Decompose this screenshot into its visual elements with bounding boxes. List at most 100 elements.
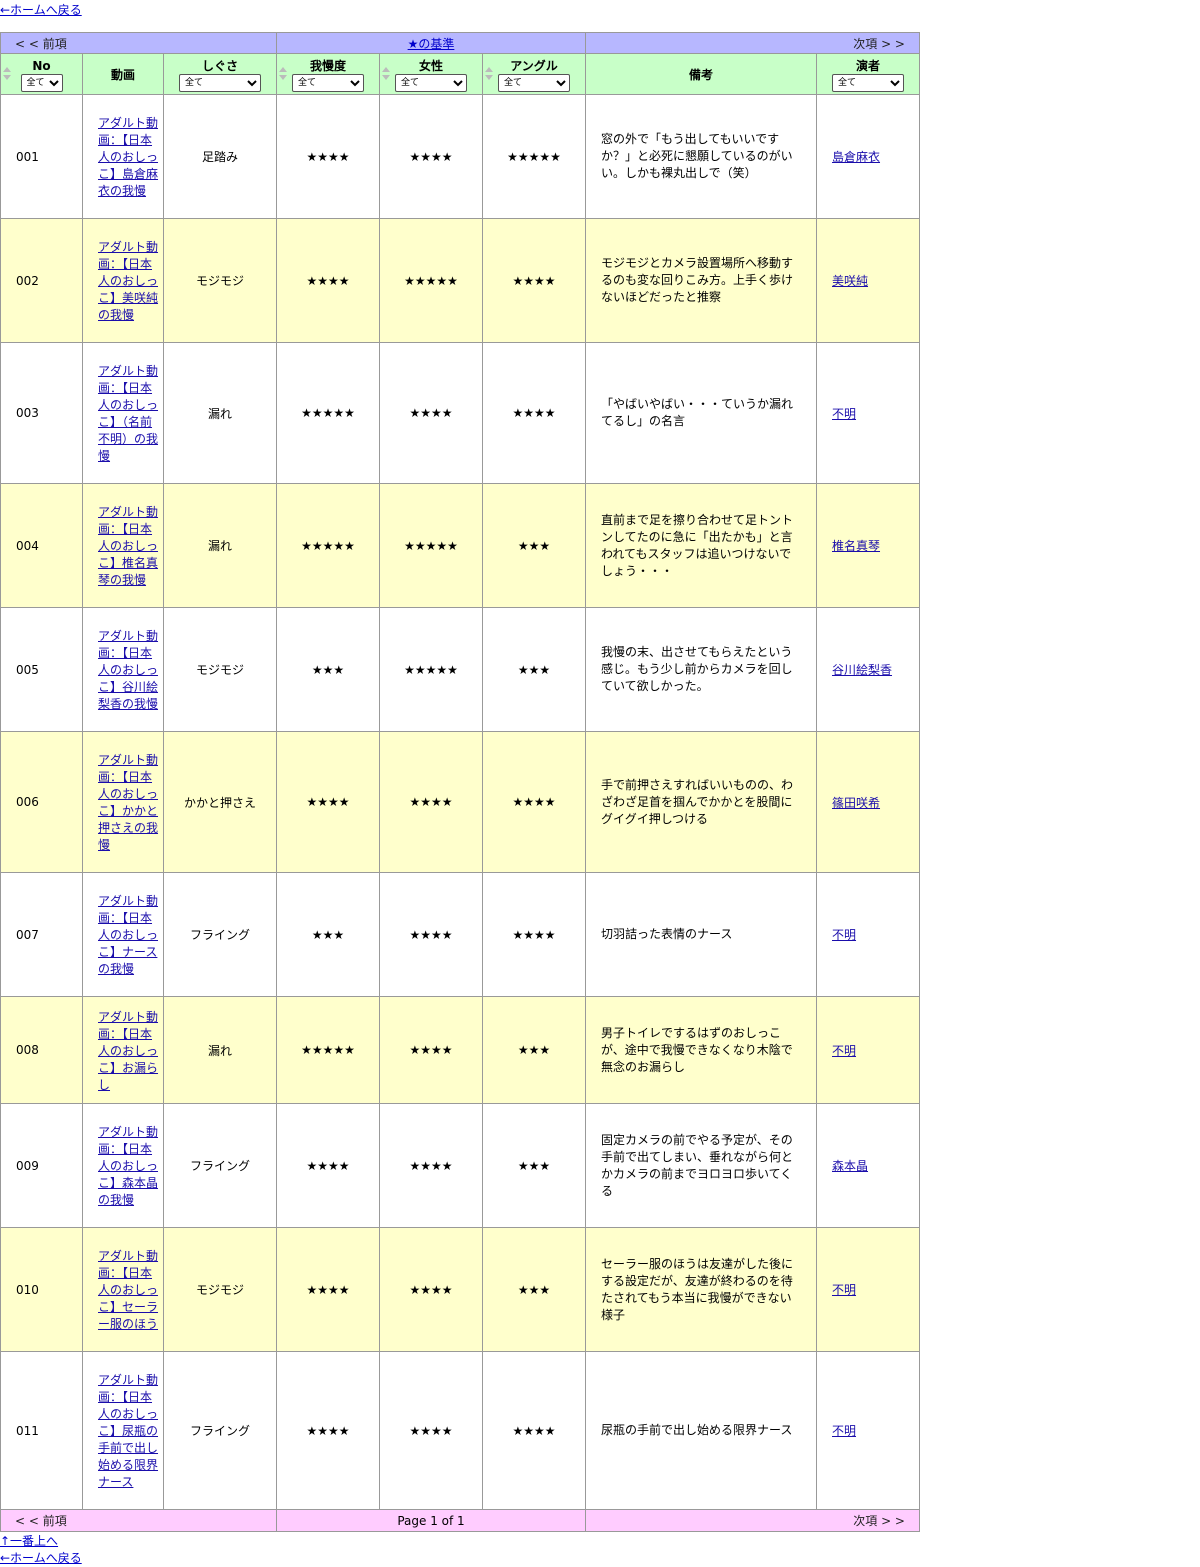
video-thumbnail-link[interactable]: アダルト動画：【日本人のおしっこ】かかと押さえの我慢 <box>98 752 159 854</box>
cell-angle-stars: ★★★★★ <box>482 94 586 219</box>
actor-link[interactable]: 不明 <box>832 928 856 942</box>
table-row: 009 アダルト動画：【日本人のおしっこ】森本晶の我慢 フライング ★★★★ ★★★★ ★… <box>0 1103 920 1228</box>
table-row: 003 アダルト動画：【日本人のおしっこ】（名前不明）の我慢 漏れ ★★★★★ ★★★★… <box>0 342 920 484</box>
filter-no-select[interactable]: 全て <box>20 73 63 92</box>
cell-video: アダルト動画：【日本人のおしっこ】島倉麻衣の我慢 <box>82 94 164 219</box>
video-thumbnail-link[interactable]: アダルト動画：【日本人のおしっこ】セーラー服のほう <box>98 1248 159 1333</box>
cell-angle-stars: ★★★ <box>482 607 586 732</box>
cell-endurance-stars: ★★★★ <box>276 94 380 219</box>
cell-video: アダルト動画：【日本人のおしっこ】ナースの我慢 <box>82 872 164 997</box>
actor-link[interactable]: 不明 <box>832 1283 856 1297</box>
table-row: 005 アダルト動画：【日本人のおしっこ】谷川絵梨香の我慢 モジモジ ★★★ ★★★★★… <box>0 607 920 732</box>
page-indicator: Page 1 of 1 <box>276 1509 586 1532</box>
cell-actor: 森本晶 <box>816 1103 920 1228</box>
cell-note: 我慢の末、出させてもらえたという感じ。もう少し前からカメラを回していて欲しかった… <box>585 607 817 732</box>
cell-endurance-stars: ★★★ <box>276 872 380 997</box>
cell-actor: 島倉麻衣 <box>816 94 920 219</box>
next-page-button[interactable]: 次項 > > <box>585 32 920 54</box>
cell-no: 003 <box>0 342 83 484</box>
cell-endurance-stars: ★★★★ <box>276 1103 380 1228</box>
sort-arrows-icon[interactable] <box>279 67 287 81</box>
video-thumbnail-link[interactable]: アダルト動画：【日本人のおしっこ】（名前不明）の我慢 <box>98 363 159 465</box>
col-header-no[interactable]: No 全て <box>0 53 83 95</box>
cell-endurance-stars: ★★★★★ <box>276 996 380 1104</box>
cell-video: アダルト動画：【日本人のおしっこ】尿瓶の手前で出し始める限界ナース <box>82 1351 164 1510</box>
filter-endurance-select[interactable]: 全て <box>292 73 364 92</box>
actor-link[interactable]: 谷川絵梨香 <box>832 663 892 677</box>
cell-actor: 谷川絵梨香 <box>816 607 920 732</box>
cell-no: 011 <box>0 1351 83 1510</box>
actor-link[interactable]: 美咲純 <box>832 274 868 288</box>
cell-angle-stars: ★★★ <box>482 483 586 608</box>
cell-woman-stars: ★★★★ <box>379 731 483 873</box>
cell-video: アダルト動画：【日本人のおしっこ】お漏らし <box>82 996 164 1104</box>
cell-video: アダルト動画：【日本人のおしっこ】森本晶の我慢 <box>82 1103 164 1228</box>
back-to-top-link[interactable]: ↑一番上へ <box>0 1533 82 1550</box>
cell-gesture: フライング <box>163 1103 277 1228</box>
home-link-top[interactable]: ←ホームへ戻る <box>0 2 82 18</box>
cell-endurance-stars: ★★★★★ <box>276 342 380 484</box>
filter-woman-select[interactable]: 全て <box>395 73 467 92</box>
prev-page-button-bottom[interactable]: < < 前項 <box>0 1509 277 1532</box>
cell-no: 009 <box>0 1103 83 1228</box>
cell-actor: 不明 <box>816 872 920 997</box>
cell-woman-stars: ★★★★ <box>379 342 483 484</box>
video-thumbnail-link[interactable]: アダルト動画：【日本人のおしっこ】美咲純の我慢 <box>98 239 159 324</box>
cell-angle-stars: ★★★★ <box>482 731 586 873</box>
cell-woman-stars: ★★★★ <box>379 1103 483 1228</box>
actor-link[interactable]: 島倉麻衣 <box>832 150 880 164</box>
prev-page-button[interactable]: < < 前項 <box>0 32 277 54</box>
col-header-gesture[interactable]: しぐさ 全て <box>163 53 277 95</box>
cell-angle-stars: ★★★ <box>482 996 586 1104</box>
filter-gesture-select[interactable]: 全て <box>179 73 261 92</box>
cell-woman-stars: ★★★★ <box>379 1351 483 1510</box>
actor-link[interactable]: 椎名真琴 <box>832 539 880 553</box>
video-thumbnail-link[interactable]: アダルト動画：【日本人のおしっこ】森本晶の我慢 <box>98 1124 159 1209</box>
cell-video: アダルト動画：【日本人のおしっこ】美咲純の我慢 <box>82 218 164 343</box>
col-header-video: 動画 <box>82 53 164 95</box>
actor-link[interactable]: 不明 <box>832 407 856 421</box>
video-thumbnail-link[interactable]: アダルト動画：【日本人のおしっこ】椎名真琴の我慢 <box>98 504 159 589</box>
next-page-button-bottom[interactable]: 次項 > > <box>585 1509 920 1532</box>
cell-woman-stars: ★★★★★ <box>379 483 483 608</box>
cell-video: アダルト動画：【日本人のおしっこ】椎名真琴の我慢 <box>82 483 164 608</box>
col-header-endurance[interactable]: 我慢度 全て <box>276 53 380 95</box>
sort-arrows-icon[interactable] <box>485 67 493 81</box>
cell-note: 尿瓶の手前で出し始める限界ナース <box>585 1351 817 1510</box>
video-thumbnail-link[interactable]: アダルト動画：【日本人のおしっこ】谷川絵梨香の我慢 <box>98 628 159 713</box>
video-thumbnail-link[interactable]: アダルト動画：【日本人のおしっこ】ナースの我慢 <box>98 893 159 978</box>
cell-endurance-stars: ★★★★★ <box>276 483 380 608</box>
table-row: 010 アダルト動画：【日本人のおしっこ】セーラー服のほう モジモジ ★★★★ ★★★★… <box>0 1227 920 1352</box>
col-header-angle[interactable]: アングル 全て <box>482 53 586 95</box>
video-thumbnail-link[interactable]: アダルト動画：【日本人のおしっこ】尿瓶の手前で出し始める限界ナース <box>98 1372 159 1491</box>
cell-angle-stars: ★★★★ <box>482 872 586 997</box>
cell-actor: 篠田咲希 <box>816 731 920 873</box>
cell-gesture: フライング <box>163 1351 277 1510</box>
cell-note: モジモジとカメラ設置場所へ移動するのも変な回りこみ方。上手く歩けないほどだったと… <box>585 218 817 343</box>
actor-link[interactable]: 不明 <box>832 1044 856 1058</box>
home-link-bottom[interactable]: ←ホームへ戻る <box>0 1550 82 1567</box>
actor-link[interactable]: 森本晶 <box>832 1159 868 1173</box>
actor-link[interactable]: 不明 <box>832 1424 856 1438</box>
table-row: 008 アダルト動画：【日本人のおしっこ】お漏らし 漏れ ★★★★★ ★★★★ ★★★ 男子… <box>0 996 920 1104</box>
filter-actor-select[interactable]: 全て <box>832 73 904 92</box>
star-criteria-link[interactable]: ★の基準 <box>408 37 455 51</box>
cell-angle-stars: ★★★ <box>482 1103 586 1228</box>
col-header-actor[interactable]: 演者 全て <box>816 53 920 95</box>
cell-woman-stars: ★★★★ <box>379 872 483 997</box>
cell-video: アダルト動画：【日本人のおしっこ】谷川絵梨香の我慢 <box>82 607 164 732</box>
cell-woman-stars: ★★★★ <box>379 94 483 219</box>
sort-arrows-icon[interactable] <box>382 67 390 81</box>
filter-angle-select[interactable]: 全て <box>498 73 570 92</box>
table-header: No 全て 動画 しぐさ 全て 我慢度 全て 女性 全て アングル 全て 備考 … <box>0 53 920 95</box>
col-header-woman[interactable]: 女性 全て <box>379 53 483 95</box>
actor-link[interactable]: 篠田咲希 <box>832 796 880 810</box>
cell-gesture: かかと押さえ <box>163 731 277 873</box>
cell-gesture: モジモジ <box>163 607 277 732</box>
col-header-note: 備考 <box>585 53 817 95</box>
video-thumbnail-link[interactable]: アダルト動画：【日本人のおしっこ】島倉麻衣の我慢 <box>98 115 159 200</box>
video-thumbnail-link[interactable]: アダルト動画：【日本人のおしっこ】お漏らし <box>98 1009 159 1094</box>
cell-gesture: モジモジ <box>163 1227 277 1352</box>
sort-arrows-icon[interactable] <box>3 67 11 81</box>
cell-note: 窓の外で「もう出してもいいですか？」と必死に懇願しているのがいい。しかも裸丸出し… <box>585 94 817 219</box>
